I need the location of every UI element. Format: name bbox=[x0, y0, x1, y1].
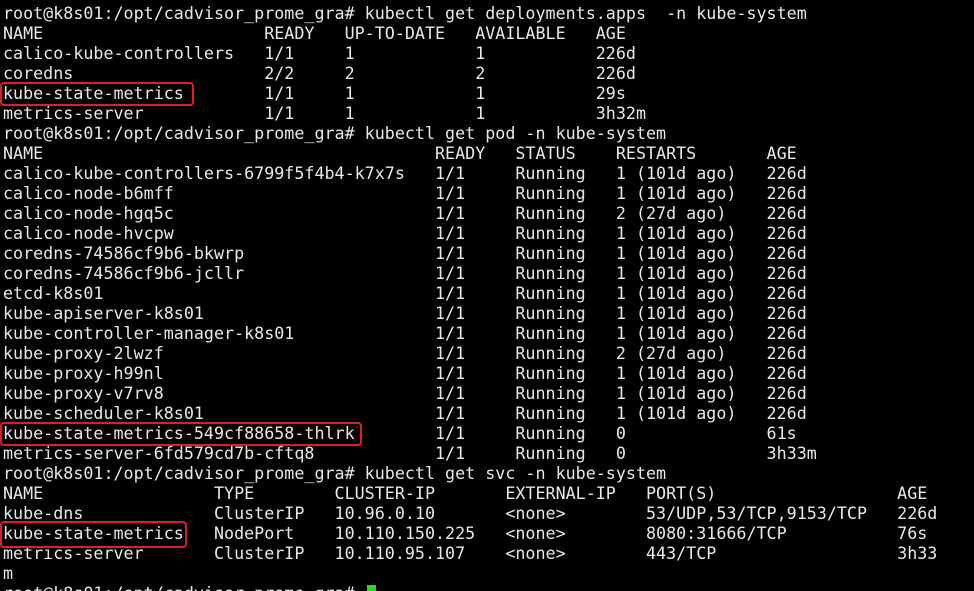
terminal-line: calico-node-hgq5c 1/1 Running 2 (27d ago… bbox=[3, 203, 807, 223]
terminal-line: kube-proxy-v7rv8 1/1 Running 1 (101d ago… bbox=[3, 383, 807, 403]
terminal-line: calico-node-b6mff 1/1 Running 1 (101d ag… bbox=[3, 183, 807, 203]
terminal-line: kube-proxy-h99nl 1/1 Running 1 (101d ago… bbox=[3, 363, 807, 383]
terminal-line: NAME TYPE CLUSTER-IP EXTERNAL-IP PORT(S)… bbox=[3, 483, 928, 503]
terminal-line: kube-state-metrics 1/1 1 1 29s bbox=[3, 83, 626, 103]
terminal-line: root@k8s01:/opt/cadvisor_prome_gra# kube… bbox=[3, 123, 667, 143]
terminal-line: root@k8s01:/opt/cadvisor_prome_gra# kube… bbox=[3, 463, 667, 483]
terminal-window[interactable]: root@k8s01:/opt/cadvisor_prome_gra# kube… bbox=[0, 0, 974, 591]
terminal-line: kube-state-metrics-549cf88658-thlrk 1/1 … bbox=[3, 423, 797, 443]
terminal-line: etcd-k8s01 1/1 Running 1 (101d ago) 226d bbox=[3, 283, 807, 303]
terminal-line: kube-dns ClusterIP 10.96.0.10 <none> 53/… bbox=[3, 503, 938, 523]
terminal-line: metrics-server-6fd579cd7b-cftq8 1/1 Runn… bbox=[3, 443, 817, 463]
terminal-line: NAME READY STATUS RESTARTS AGE bbox=[3, 143, 797, 163]
terminal-line: coredns 2/2 2 2 226d bbox=[3, 63, 636, 83]
terminal-line: metrics-server 1/1 1 1 3h32m bbox=[3, 103, 646, 123]
terminal-line: NAME READY UP-TO-DATE AVAILABLE AGE bbox=[3, 23, 626, 43]
terminal-line: kube-state-metrics NodePort 10.110.150.2… bbox=[3, 523, 928, 543]
terminal-line: calico-node-hvcpw 1/1 Running 1 (101d ag… bbox=[3, 223, 807, 243]
terminal-line: kube-proxy-2lwzf 1/1 Running 2 (27d ago)… bbox=[3, 343, 807, 363]
terminal-line: m bbox=[3, 563, 14, 583]
terminal-line: root@k8s01:/opt/cadvisor_prome_gra# bbox=[3, 583, 376, 591]
terminal-line: kube-apiserver-k8s01 1/1 Running 1 (101d… bbox=[3, 303, 807, 323]
terminal-cursor bbox=[366, 585, 376, 591]
terminal-line: root@k8s01:/opt/cadvisor_prome_gra# kube… bbox=[3, 3, 807, 23]
terminal-line: kube-scheduler-k8s01 1/1 Running 1 (101d… bbox=[3, 403, 807, 423]
terminal-line: kube-controller-manager-k8s01 1/1 Runnin… bbox=[3, 323, 807, 343]
terminal-line: calico-kube-controllers-6799f5f4b4-k7x7s… bbox=[3, 163, 807, 183]
terminal-line: coredns-74586cf9b6-bkwrp 1/1 Running 1 (… bbox=[3, 243, 807, 263]
terminal-line: calico-kube-controllers 1/1 1 1 226d bbox=[3, 43, 636, 63]
terminal-line: metrics-server ClusterIP 10.110.95.107 <… bbox=[3, 543, 938, 563]
terminal-line: coredns-74586cf9b6-jcllr 1/1 Running 1 (… bbox=[3, 263, 807, 283]
